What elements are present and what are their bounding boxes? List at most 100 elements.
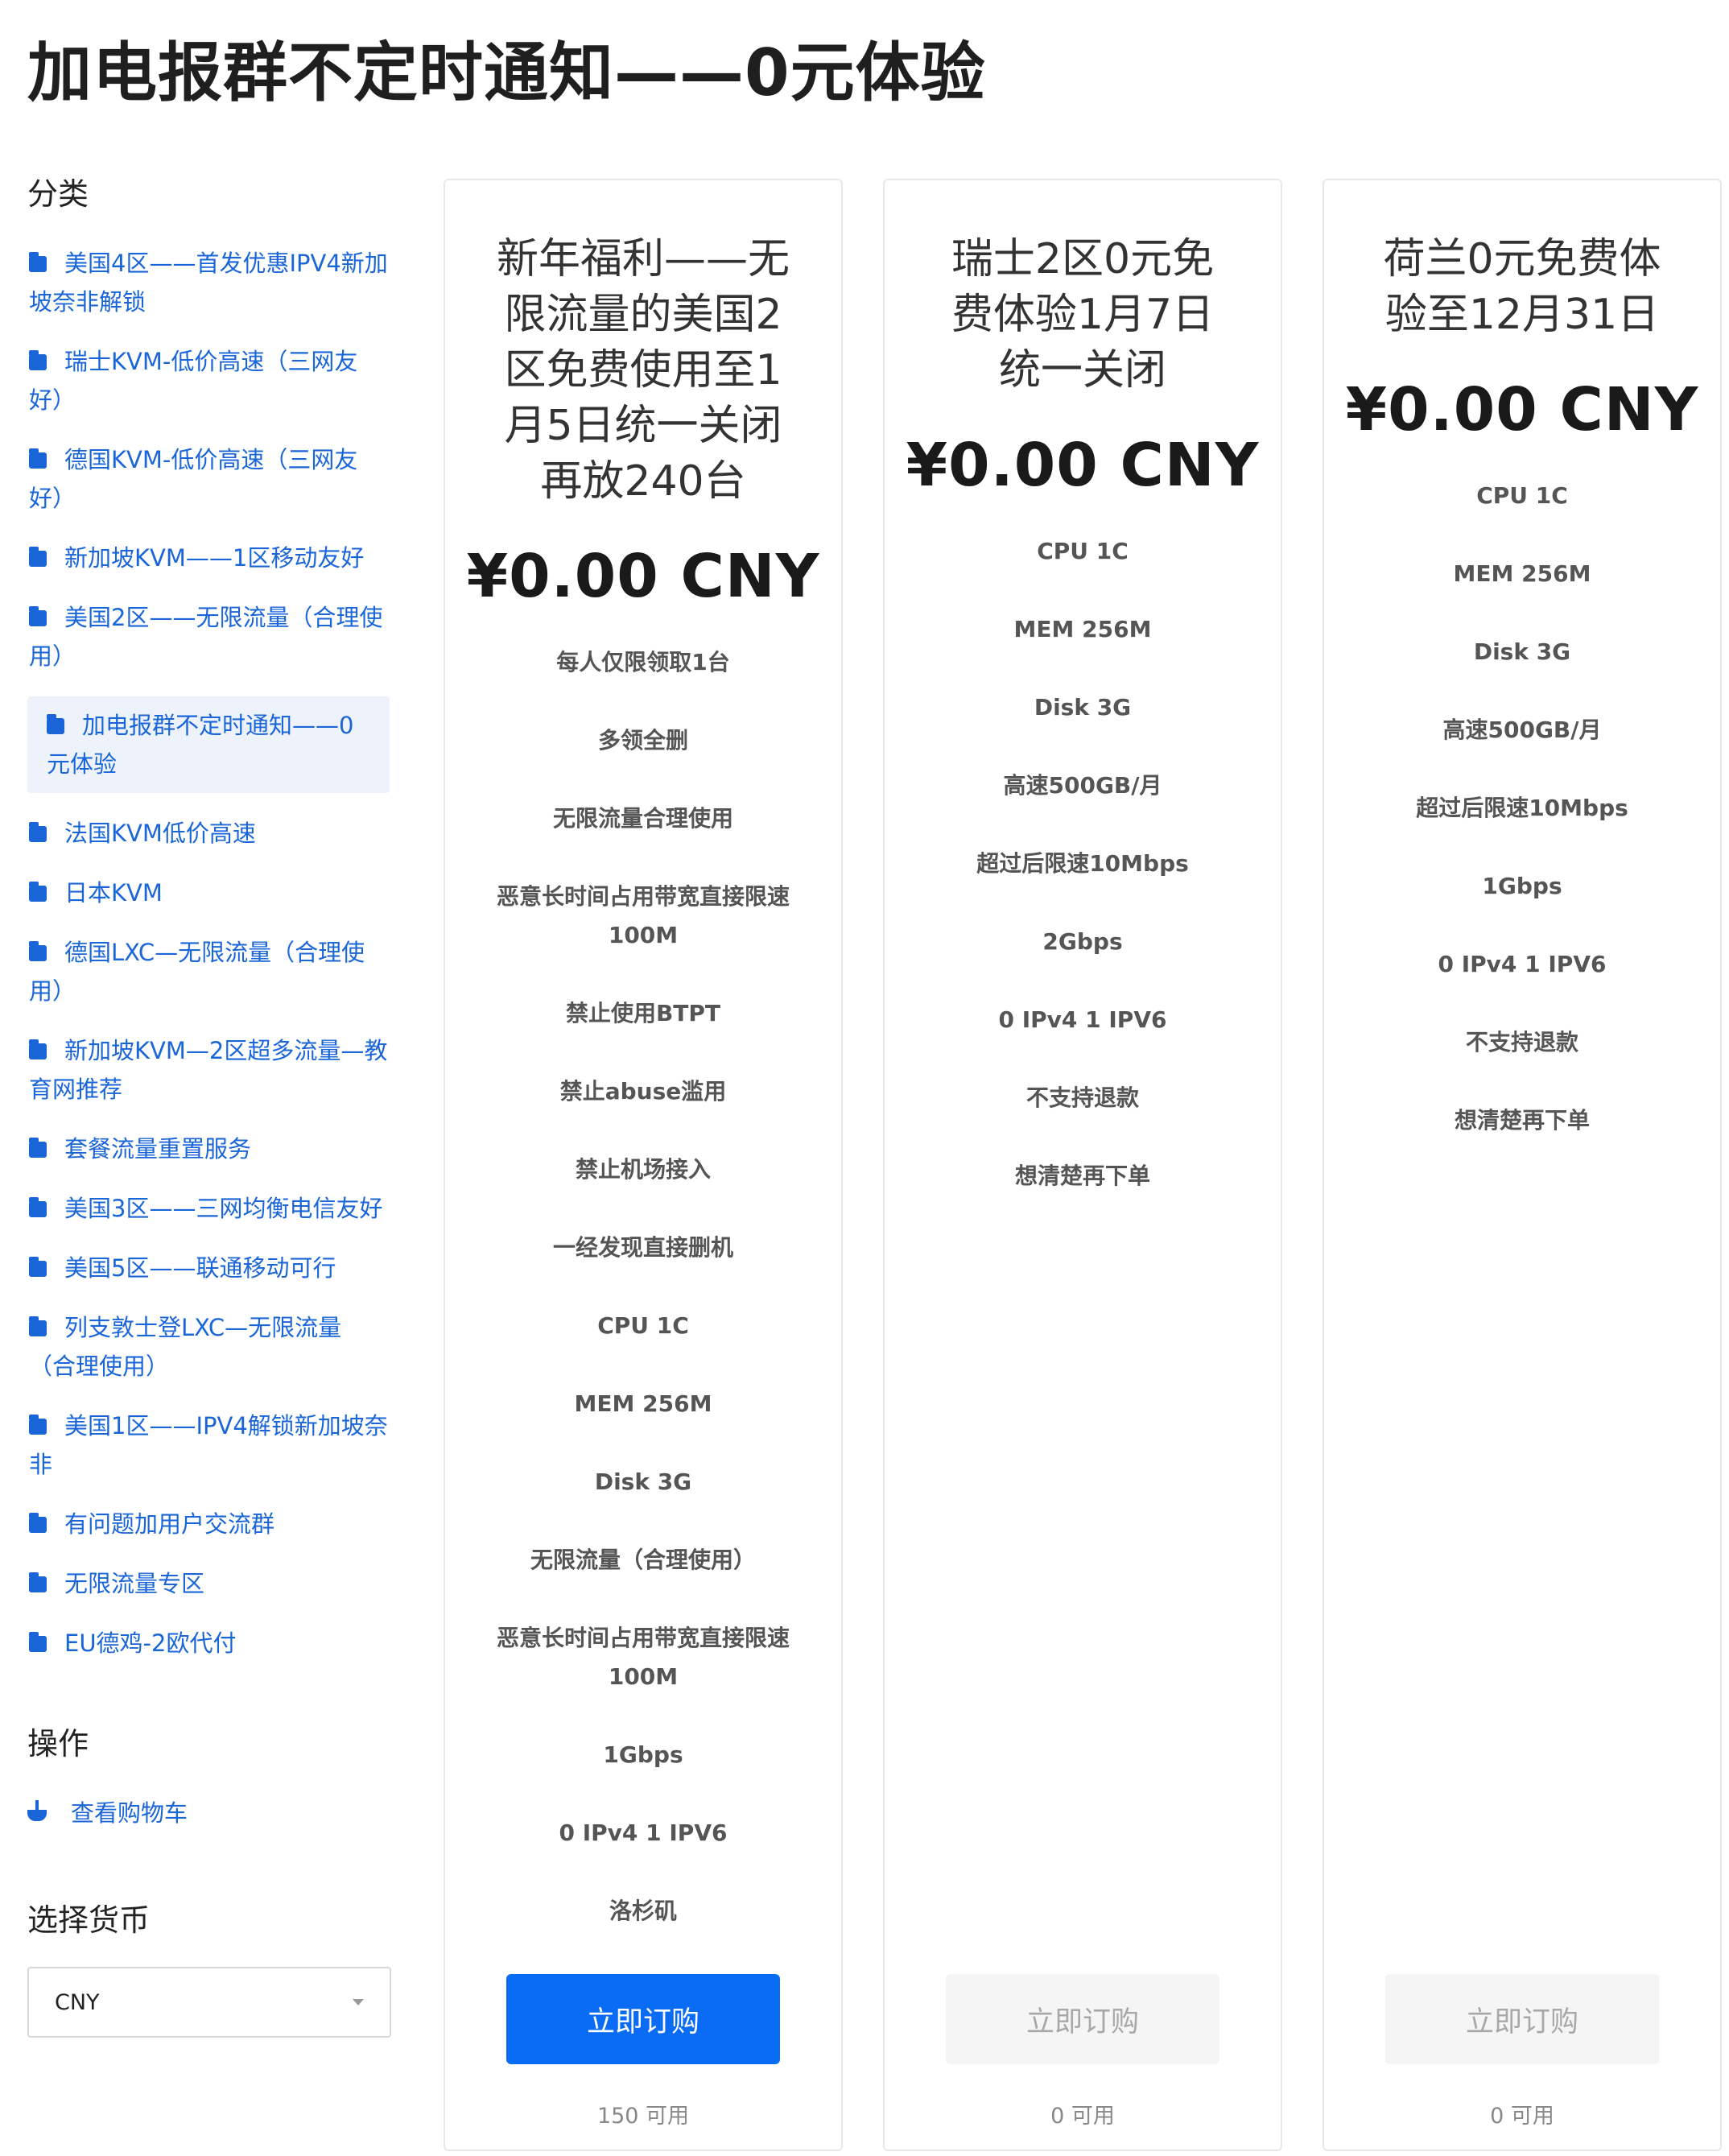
category-label: 美国4区——首发优惠IPV4新加坡奈非解锁 xyxy=(29,250,388,316)
folder-icon xyxy=(29,1197,47,1217)
feature-item: CPU 1C xyxy=(1476,482,1568,509)
category-label: 美国5区——联通移动可行 xyxy=(64,1254,336,1282)
feature-item: 超过后限速10Mbps xyxy=(1416,795,1628,821)
view-cart-link[interactable]: 查看购物车 xyxy=(27,1794,390,1832)
availability-count: 150 可用 xyxy=(596,2104,690,2129)
folder-icon xyxy=(29,1415,47,1435)
folder-icon xyxy=(29,1632,47,1652)
order-button-disabled[interactable]: 立即订购 xyxy=(1385,1974,1659,2064)
category-item[interactable]: 有问题加用户交流群 xyxy=(27,1505,390,1543)
availability-count: 0 可用 xyxy=(1050,2104,1115,2129)
category-item[interactable]: 列支敦士登LXC—无限流量（合理使用） xyxy=(27,1308,390,1386)
feature-item: Disk 3G xyxy=(1034,694,1132,721)
category-item[interactable]: 美国5区——联通移动可行 xyxy=(27,1249,390,1287)
category-label: 无限流量专区 xyxy=(64,1570,205,1597)
folder-icon xyxy=(29,606,47,626)
folder-icon xyxy=(29,1257,47,1277)
category-item[interactable]: EU德鸡-2欧代付 xyxy=(27,1624,390,1662)
category-item[interactable]: 美国2区——无限流量（合理使用） xyxy=(27,598,390,675)
feature-item: 高速500GB/月 xyxy=(1442,717,1602,743)
feature-item: MEM 256M xyxy=(1013,616,1152,642)
feature-item: 禁止机场接入 xyxy=(575,1156,711,1183)
folder-icon xyxy=(29,547,47,567)
feature-item: 想清楚再下单 xyxy=(1454,1107,1590,1134)
feature-item: 高速500GB/月 xyxy=(1003,772,1162,799)
feature-item: 无限流量合理使用 xyxy=(552,805,733,832)
availability-count: 0 可用 xyxy=(1490,2104,1554,2129)
order-button-disabled[interactable]: 立即订购 xyxy=(946,1974,1219,2064)
category-item[interactable]: 美国4区——首发优惠IPV4新加坡奈非解锁 xyxy=(27,244,390,321)
category-label: 套餐流量重置服务 xyxy=(64,1135,252,1163)
feature-item: 不支持退款 xyxy=(1465,1029,1578,1055)
category-label: 美国3区——三网均衡电信友好 xyxy=(64,1195,383,1222)
category-item[interactable]: 套餐流量重置服务 xyxy=(27,1130,390,1168)
category-list: 美国4区——首发优惠IPV4新加坡奈非解锁 瑞士KVM-低价高速（三网友好） 德… xyxy=(27,244,390,1662)
category-label: 新加坡KVM——1区移动友好 xyxy=(64,544,365,572)
category-item[interactable]: 新加坡KVM——1区移动友好 xyxy=(27,539,390,577)
feature-item: Disk 3G xyxy=(594,1468,692,1495)
feature-item: 0 IPv4 1 IPV6 xyxy=(559,1819,728,1846)
category-item[interactable]: 新加坡KVM—2区超多流量—教育网推荐 xyxy=(27,1031,390,1109)
currency-select[interactable]: CNY xyxy=(27,1967,391,2038)
currency-heading: 选择货币 xyxy=(27,1902,151,1938)
product-price: ¥0.00 CNY xyxy=(1345,375,1699,444)
basket-icon xyxy=(27,1800,47,1821)
category-label: 德国LXC—无限流量（合理使用） xyxy=(29,939,365,1005)
feature-item: CPU 1C xyxy=(1037,538,1129,564)
product-card: 新年福利——无限流量的美国2区免费使用至1月5日统一关闭再放240台 ¥0.00… xyxy=(444,179,843,2151)
feature-item: 禁止abuse滥用 xyxy=(559,1078,727,1105)
feature-item: Disk 3G xyxy=(1473,638,1571,665)
feature-item: 不支持退款 xyxy=(1025,1084,1139,1111)
folder-icon xyxy=(29,882,47,902)
category-item[interactable]: 德国KVM-低价高速（三网友好） xyxy=(27,440,390,518)
folder-icon xyxy=(29,1572,47,1592)
feature-list: 每人仅限领取1台 多领全删 无限流量合理使用 恶意长时间占用带宽直接限速100M… xyxy=(493,643,793,1931)
feature-item: 0 IPv4 1 IPV6 xyxy=(998,1006,1167,1033)
product-price: ¥0.00 CNY xyxy=(906,431,1260,500)
caret-down-icon xyxy=(353,1999,364,2005)
feature-item: 洛杉矶 xyxy=(609,1898,677,1924)
category-item[interactable]: 法国KVM低价高速 xyxy=(27,814,390,853)
category-label: 加电报群不定时通知——0元体验 xyxy=(47,712,354,778)
category-item-active[interactable]: 加电报群不定时通知——0元体验 xyxy=(27,696,390,793)
view-cart-label: 查看购物车 xyxy=(71,1799,188,1827)
folder-icon xyxy=(29,448,47,469)
category-label: EU德鸡-2欧代付 xyxy=(64,1629,237,1657)
product-price: ¥0.00 CNY xyxy=(466,542,820,611)
page-title: 加电报群不定时通知——0元体验 xyxy=(27,35,986,110)
feature-item: 一经发现直接删机 xyxy=(552,1234,733,1261)
category-label: 有问题加用户交流群 xyxy=(64,1510,275,1538)
category-label: 日本KVM xyxy=(64,879,163,907)
product-name: 荷兰0元免费体验至12月31日 xyxy=(1383,235,1661,339)
feature-item: 1Gbps xyxy=(1482,873,1562,899)
feature-list: CPU 1C MEM 256M Disk 3G 高速500GB/月 超过后限速1… xyxy=(1372,477,1672,1140)
feature-item: CPU 1C xyxy=(597,1312,689,1339)
category-item[interactable]: 德国LXC—无限流量（合理使用） xyxy=(27,933,390,1010)
feature-item: 2Gbps xyxy=(1042,928,1123,955)
category-label: 美国1区——IPV4解锁新加坡奈非 xyxy=(29,1412,388,1478)
category-item[interactable]: 美国3区——三网均衡电信友好 xyxy=(27,1189,390,1228)
category-item[interactable]: 美国1区——IPV4解锁新加坡奈非 xyxy=(27,1406,390,1484)
folder-icon xyxy=(29,252,47,272)
actions-heading: 操作 xyxy=(27,1726,89,1762)
category-item[interactable]: 无限流量专区 xyxy=(27,1564,390,1603)
folder-icon xyxy=(29,941,47,961)
category-item[interactable]: 日本KVM xyxy=(27,874,390,912)
product-card: 荷兰0元免费体验至12月31日 ¥0.00 CNY CPU 1C MEM 256… xyxy=(1323,179,1722,2151)
category-label: 瑞士KVM-低价高速（三网友好） xyxy=(29,348,358,414)
category-item[interactable]: 瑞士KVM-低价高速（三网友好） xyxy=(27,342,390,419)
feature-item: 1Gbps xyxy=(603,1741,683,1768)
feature-item: 禁止使用BTPT xyxy=(565,1000,721,1026)
category-label: 美国2区——无限流量（合理使用） xyxy=(29,604,383,670)
currency-value: CNY xyxy=(55,1989,100,2015)
sidebar: 分类 美国4区——首发优惠IPV4新加坡奈非解锁 瑞士KVM-低价高速（三网友好… xyxy=(27,169,391,2038)
feature-item: 恶意长时间占用带宽直接限速100M xyxy=(496,883,790,948)
category-label: 德国KVM-低价高速（三网友好） xyxy=(29,446,358,512)
folder-icon xyxy=(29,1039,47,1059)
feature-item: 多领全删 xyxy=(597,727,688,754)
folder-icon xyxy=(47,714,64,734)
order-button[interactable]: 立即订购 xyxy=(506,1974,780,2064)
feature-item: 超过后限速10Mbps xyxy=(976,850,1189,877)
product-name: 新年福利——无限流量的美国2区免费使用至1月5日统一关闭再放240台 xyxy=(496,235,790,506)
feature-item: 每人仅限领取1台 xyxy=(556,649,730,675)
